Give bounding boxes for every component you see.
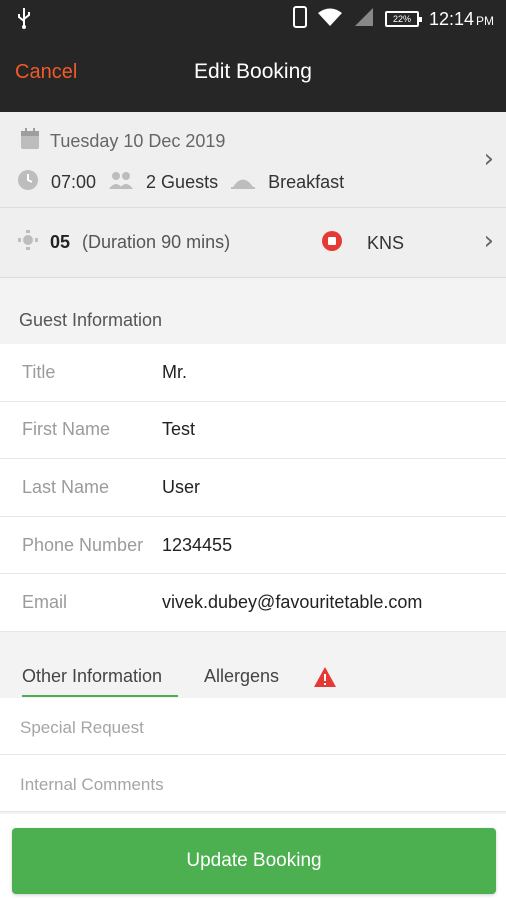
section-title: Guest Information — [19, 310, 163, 330]
title-field[interactable]: Title Mr. — [0, 344, 506, 402]
table-icon — [18, 230, 38, 255]
table-info: 05 (Duration 90 mins) — [18, 230, 230, 255]
field-label: Email — [22, 592, 68, 613]
status-bar: 22% 12:14 PM — [0, 0, 506, 36]
clock-ampm: PM — [476, 13, 494, 28]
guest-information-header: Guest Information — [0, 278, 506, 344]
chevron-right-icon: › — [483, 226, 494, 256]
details-row: 07:00 2 Guests Breakfast — [17, 169, 344, 196]
status-indicator-icon — [321, 230, 343, 257]
booking-date: Tuesday 10 Dec 2019 — [50, 131, 226, 151]
update-booking-button[interactable]: Update Booking — [12, 828, 496, 894]
meal-icon — [230, 170, 256, 195]
email-field[interactable]: Email vivek.dubey@favouritetable.com — [0, 574, 506, 632]
date-row: Tuesday 10 Dec 2019 — [20, 128, 225, 155]
internal-comments-placeholder: Internal Comments — [20, 775, 164, 794]
field-value: 1234455 — [162, 534, 233, 555]
last-name-field[interactable]: Last Name User — [0, 459, 506, 517]
chevron-right-icon: › — [483, 144, 494, 174]
calendar-icon — [20, 128, 40, 155]
footer: Update Booking — [0, 814, 506, 900]
tab-allergens[interactable]: Allergens — [204, 666, 279, 687]
field-value: Test — [162, 419, 196, 440]
phone-number-field[interactable]: Phone Number 1234455 — [0, 517, 506, 575]
guests-icon — [108, 170, 134, 195]
guest-form: Title Mr. First Name Test Last Name User… — [0, 344, 506, 632]
table-number: 05 — [50, 232, 71, 252]
field-label: First Name — [22, 419, 111, 440]
usb-icon — [16, 7, 32, 33]
first-name-field[interactable]: First Name Test — [0, 402, 506, 460]
page-title: Edit Booking — [194, 60, 312, 83]
special-request-input[interactable]: Special Request — [0, 698, 506, 755]
phone-icon — [292, 6, 307, 32]
info-tabs: Other Information Allergens — [0, 632, 506, 698]
app-bar: Cancel Edit Booking — [0, 36, 506, 112]
booking-status: KNS — [321, 230, 404, 257]
special-request-placeholder: Special Request — [20, 718, 144, 737]
field-value: Mr. — [162, 361, 187, 382]
clock: 12:14 PM — [429, 9, 494, 30]
field-value: vivek.dubey@favouritetable.com — [162, 592, 423, 613]
booking-summary[interactable]: Tuesday 10 Dec 2019 07:00 2 Guests Break… — [0, 112, 506, 208]
field-label: Phone Number — [22, 534, 144, 555]
guest-count: 2 Guests — [146, 172, 219, 192]
battery-icon: 22% — [384, 11, 422, 27]
field-label: Title — [22, 361, 56, 382]
field-label: Last Name — [22, 476, 110, 497]
internal-comments-input[interactable]: Internal Comments — [0, 755, 506, 812]
clock-icon — [17, 169, 39, 196]
table-selection-row[interactable]: 05 (Duration 90 mins) KNS › — [0, 208, 506, 278]
status-code: KNS — [367, 233, 405, 253]
meal-period: Breakfast — [268, 172, 345, 192]
warning-icon — [313, 666, 337, 692]
clock-time: 12:14 — [428, 8, 474, 29]
wifi-icon — [317, 7, 343, 31]
table-duration: (Duration 90 mins) — [82, 232, 231, 252]
signal-icon — [353, 7, 375, 31]
tab-other-information[interactable]: Other Information — [22, 666, 178, 697]
booking-time: 07:00 — [51, 172, 97, 192]
field-value: User — [162, 476, 201, 497]
